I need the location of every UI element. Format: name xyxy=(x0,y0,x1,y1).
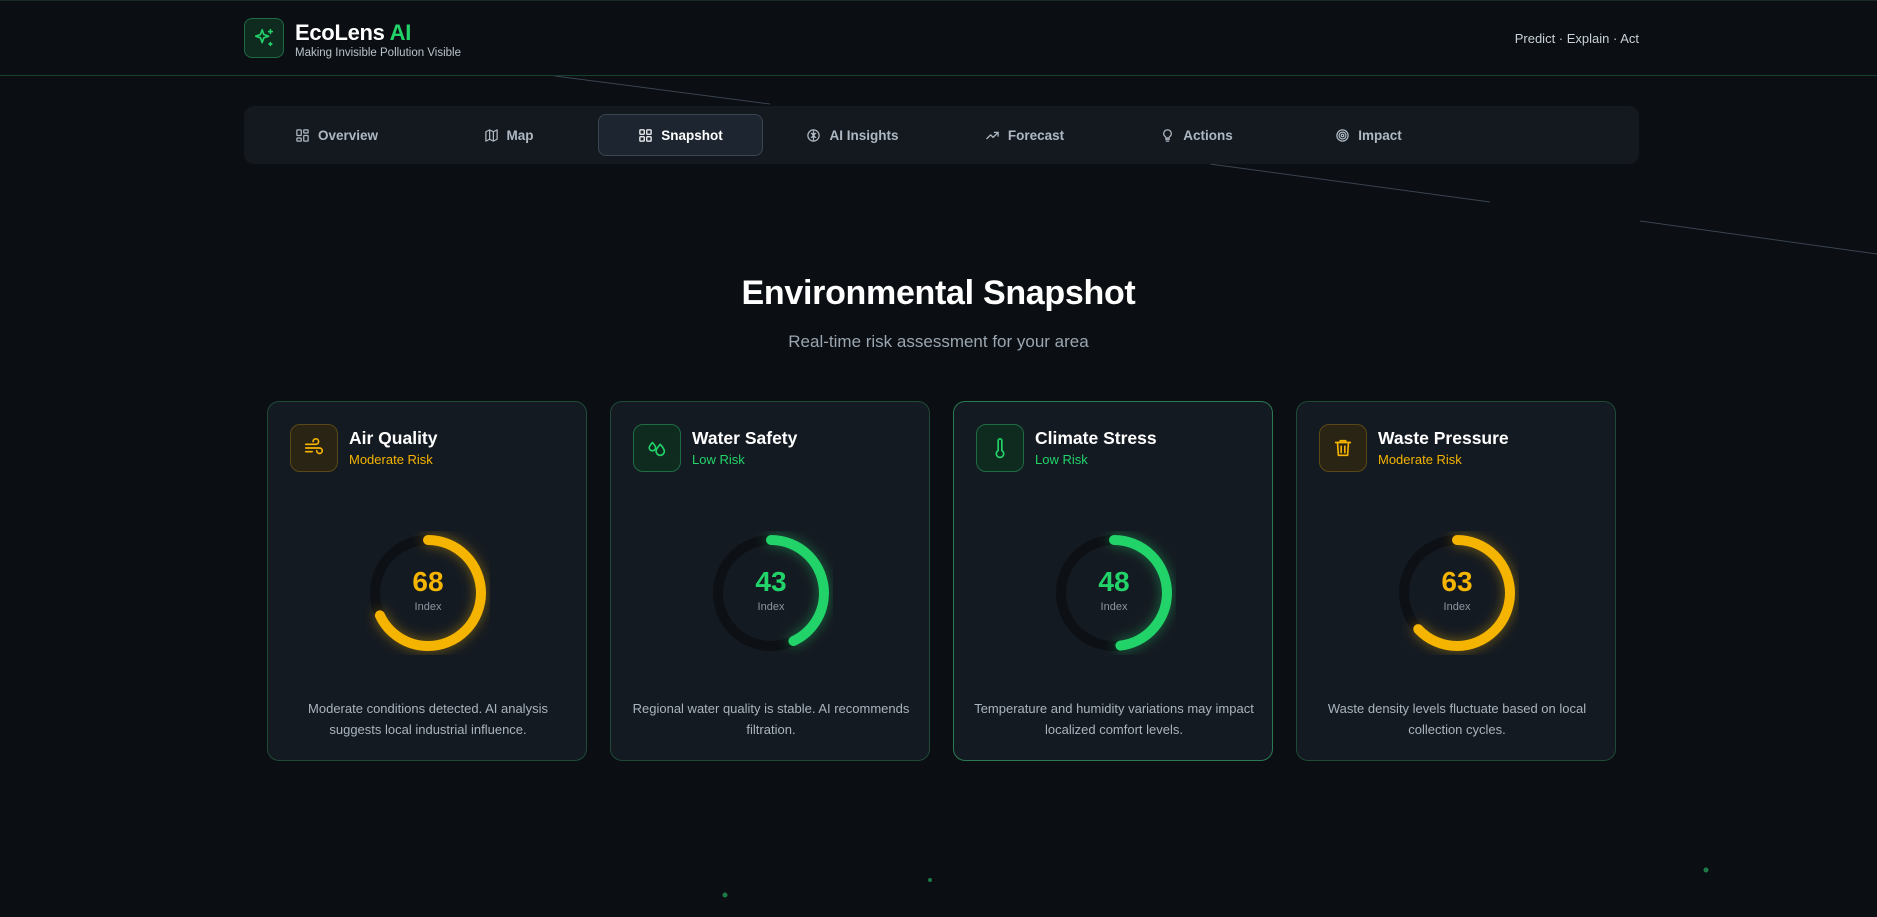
page: EcoLens AI Making Invisible Pollution Vi… xyxy=(0,0,1877,917)
gauge-value: 68 xyxy=(412,566,444,597)
card-icon-box xyxy=(1319,424,1367,472)
gauge-label: Index xyxy=(414,601,442,613)
gauge-value: 63 xyxy=(1441,566,1473,597)
gauge-label: Index xyxy=(1443,601,1471,613)
risk-badge: Low Risk xyxy=(692,452,745,467)
sparkles-icon xyxy=(254,28,274,47)
grid-icon xyxy=(296,128,309,142)
card-title: Water Safety xyxy=(692,428,798,448)
gauge-label: Index xyxy=(757,601,785,613)
page-subtitle: Real-time risk assessment for your area xyxy=(788,332,1089,351)
card-icon-box xyxy=(290,424,338,472)
risk-gauge: 63 Index xyxy=(1395,531,1519,655)
tab-snapshot[interactable]: Snapshot xyxy=(598,114,763,156)
header-slogan: Predict · Explain · Act xyxy=(1514,31,1639,46)
tab-label: Overview xyxy=(317,127,379,143)
dashboard-icon xyxy=(639,128,652,142)
card-title: Climate Stress xyxy=(1035,428,1157,448)
risk-badge: Moderate Risk xyxy=(349,452,433,467)
risk-badge: Low Risk xyxy=(1035,452,1088,467)
target-icon xyxy=(1336,128,1349,142)
tab-label: Snapshot xyxy=(661,127,723,143)
brand-name: EcoLens AI xyxy=(295,20,411,46)
droplets-icon xyxy=(648,441,666,457)
tab-label: Map xyxy=(506,127,534,143)
gauge-label: Index xyxy=(1100,601,1128,613)
card-air-quality[interactable]: Air Quality Moderate Risk 68 Index Moder… xyxy=(267,401,587,761)
card-icon-box xyxy=(633,424,681,472)
tab-overview[interactable]: Overview xyxy=(254,114,419,156)
brand-main: EcoLens xyxy=(295,20,385,45)
card-water-safety[interactable]: Water Safety Low Risk 43 Index Regional … xyxy=(610,401,930,761)
card-waste-pressure[interactable]: Waste Pressure Moderate Risk 63 Index Wa… xyxy=(1296,401,1616,761)
tab-forecast[interactable]: Forecast xyxy=(942,114,1107,156)
tagline: Making Invisible Pollution Visible xyxy=(295,47,461,59)
card-description: Waste density levels fluctuate based on … xyxy=(1327,701,1587,737)
lightbulb-icon xyxy=(1163,128,1173,142)
tab-impact[interactable]: Impact xyxy=(1286,114,1451,156)
gauge-value: 48 xyxy=(1098,566,1130,597)
wind-icon xyxy=(304,438,324,455)
risk-gauge: 43 Index xyxy=(709,531,833,655)
main-nav: Overview Map Snapshot AI Insights Foreca… xyxy=(244,106,1639,164)
map-icon xyxy=(484,128,498,142)
card-description: Temperature and humidity variations may … xyxy=(974,701,1254,737)
card-description: Moderate conditions detected. AI analysi… xyxy=(308,701,548,737)
gauge-value: 43 xyxy=(755,566,787,597)
page-title: Environmental Snapshot xyxy=(741,274,1136,312)
app-header: EcoLens AI Making Invisible Pollution Vi… xyxy=(0,0,1877,76)
tab-label: AI Insights xyxy=(829,127,899,143)
tab-label: Forecast xyxy=(1007,127,1065,143)
card-icon-box xyxy=(976,424,1024,472)
trash-icon xyxy=(1334,439,1352,457)
trending-up-icon xyxy=(986,131,999,139)
thermometer-icon xyxy=(995,438,1005,459)
tab-label: Impact xyxy=(1358,127,1402,143)
tab-map[interactable]: Map xyxy=(426,114,591,156)
brain-icon xyxy=(807,128,821,142)
tab-actions[interactable]: Actions xyxy=(1114,114,1279,156)
card-description: Regional water quality is stable. AI rec… xyxy=(632,701,910,737)
tab-ai-insights[interactable]: AI Insights xyxy=(770,114,935,156)
logo[interactable] xyxy=(244,18,284,58)
risk-badge: Moderate Risk xyxy=(1378,452,1462,467)
card-climate-stress[interactable]: Climate Stress Low Risk 48 Index Tempera… xyxy=(953,401,1273,761)
risk-gauge: 48 Index xyxy=(1052,531,1176,655)
card-title: Air Quality xyxy=(349,428,438,448)
tab-label: Actions xyxy=(1183,127,1233,143)
risk-gauge: 68 Index xyxy=(366,531,490,655)
card-title: Waste Pressure xyxy=(1378,428,1509,448)
brand-accent: AI xyxy=(389,20,412,45)
